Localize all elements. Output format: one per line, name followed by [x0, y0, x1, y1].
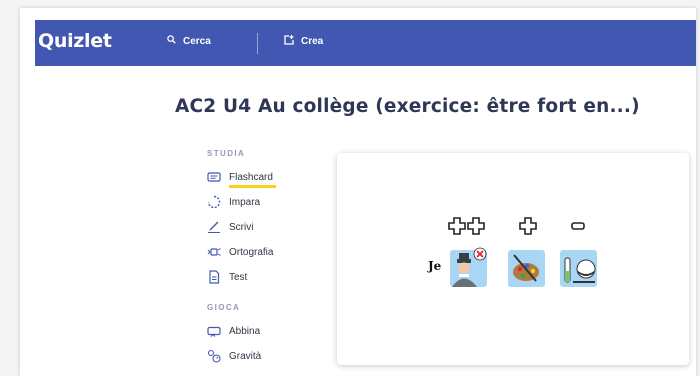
sidebar-item-label: Abbina: [229, 325, 261, 337]
match-icon: [207, 324, 221, 338]
sidebar-item-ortografia[interactable]: Ortografia: [207, 245, 273, 259]
sidebar-item-flashcard[interactable]: Flashcard: [207, 170, 276, 188]
science-pictogram: [560, 250, 597, 287]
sidebar-item-label: Gravità: [229, 350, 262, 362]
test-icon: [207, 270, 221, 284]
spell-icon: [207, 245, 221, 259]
flashcard-pictograms: [448, 217, 597, 287]
nav-divider: [257, 33, 258, 54]
gravity-icon: [207, 349, 221, 363]
search-icon: [167, 35, 176, 47]
search-button[interactable]: Cerca: [167, 35, 211, 47]
sidebar-item-gravita[interactable]: Gravità: [207, 349, 261, 363]
quizlet-logo[interactable]: Quizlet: [38, 30, 112, 52]
flashcard[interactable]: Je: [337, 153, 689, 365]
sidebar-item-impara[interactable]: Impara: [207, 195, 260, 209]
write-icon: [207, 220, 221, 234]
play-section-label: GIOCA: [207, 303, 241, 312]
plus-plus-symbol: [448, 217, 485, 235]
create-button[interactable]: Crea: [284, 35, 323, 48]
create-label: Crea: [301, 36, 324, 47]
top-navigation-bar: Quizlet Cerca Crea: [35, 20, 696, 66]
create-icon: [284, 35, 294, 48]
sidebar-item-label: Ortografia: [229, 246, 274, 258]
page: Quizlet Cerca Crea AC2 U4 Au collège (ex…: [20, 8, 696, 376]
sidebar-item-test[interactable]: Test: [207, 270, 247, 284]
painting-pictogram: [508, 250, 545, 287]
sidebar-item-label: Impara: [229, 196, 261, 208]
sidebar-item-label: Flashcard: [229, 171, 276, 188]
sidebar-item-label: Test: [229, 271, 248, 283]
flashcard-icon: [207, 170, 221, 184]
sidebar-item-scrivi[interactable]: Scrivi: [207, 220, 253, 234]
sidebar-item-label: Scrivi: [229, 221, 254, 233]
person-pictogram: [450, 247, 487, 287]
sidebar-item-abbina[interactable]: Abbina: [207, 324, 260, 338]
search-label: Cerca: [183, 35, 211, 47]
plus-symbol: [519, 217, 537, 235]
page-title: AC2 U4 Au collège (exercice: être fort e…: [175, 96, 640, 117]
minus-symbol: [571, 222, 585, 230]
learn-icon: [207, 195, 221, 209]
study-section-label: STUDIA: [207, 149, 246, 158]
